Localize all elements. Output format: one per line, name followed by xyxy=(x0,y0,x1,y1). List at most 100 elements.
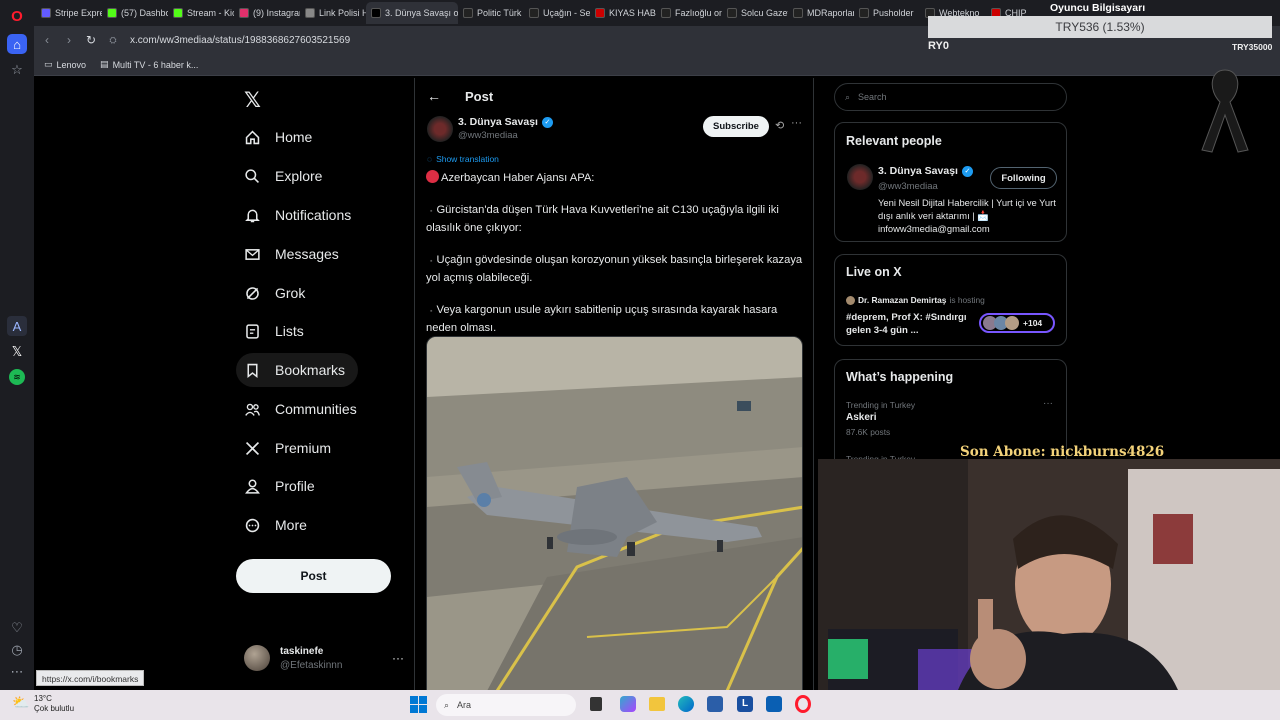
opera-taskbar-icon[interactable] xyxy=(795,695,811,713)
spotify-icon[interactable]: ≋ xyxy=(9,369,25,385)
browser-tab[interactable]: Fazlıoğlu on xyxy=(656,2,722,24)
weather-icon[interactable]: ⛅ xyxy=(12,694,29,711)
tab-favicon-icon xyxy=(859,8,869,18)
sidebar-item-communities[interactable]: Communities xyxy=(236,392,365,426)
bullet-icon: ▪ xyxy=(430,307,433,315)
browser-tab[interactable]: 3. Dünya Savaşı on X xyxy=(366,2,458,24)
page-icon: ▤ xyxy=(100,59,109,69)
person-handle[interactable]: @ww3mediaa xyxy=(878,181,938,192)
home-icon[interactable]: ⌂ xyxy=(7,34,27,54)
more-dots-icon[interactable]: ··· xyxy=(791,117,802,129)
sidebar-item-messages[interactable]: Messages xyxy=(236,237,347,271)
account-switcher[interactable]: taskinefe @Efetaskinnn ··· xyxy=(244,640,404,676)
more-dots-icon[interactable]: ⋯ xyxy=(7,662,27,682)
tab-favicon-icon xyxy=(107,8,117,18)
post-button[interactable]: Post xyxy=(236,559,391,593)
author-name[interactable]: 3. Dünya Savaşı xyxy=(458,116,538,128)
sidebar-item-grok[interactable]: Grok xyxy=(236,276,313,310)
url-field[interactable]: x.com/ww3mediaa/status/19883686276035215… xyxy=(130,35,350,46)
grok-icon[interactable]: ⟲ xyxy=(775,119,784,132)
search-input[interactable]: ⌕ Search xyxy=(834,83,1067,111)
site-info-icon[interactable]: ⛭ xyxy=(102,35,124,46)
tab-label: KIYAS HABER xyxy=(609,8,656,18)
file-explorer-icon[interactable] xyxy=(649,697,665,711)
sidebar-item-label: Grok xyxy=(275,285,306,301)
sidebar-item-premium[interactable]: Premium xyxy=(236,431,339,465)
sidebar-item-explore[interactable]: Explore xyxy=(236,159,330,193)
ticker-right: TRY35000 xyxy=(1232,42,1273,52)
c130-aircraft-image xyxy=(427,337,802,690)
trend-name[interactable]: Askeri xyxy=(846,412,877,423)
sidebar-item-lists[interactable]: Lists xyxy=(236,314,312,348)
live-host[interactable]: Dr. Ramazan Demirtaş is hosting xyxy=(846,295,985,305)
sidebar-item-bookmarks[interactable]: Bookmarks xyxy=(236,353,358,387)
browser-tab[interactable]: Stripe Expres xyxy=(36,2,102,24)
avatar[interactable] xyxy=(847,164,873,190)
x-app-icon[interactable]: 𝕏 xyxy=(7,342,27,362)
tab-label: (9) Instagram xyxy=(253,8,300,18)
task-view-icon[interactable] xyxy=(590,697,602,711)
post-image[interactable] xyxy=(426,336,803,690)
more-dots-icon[interactable]: ··· xyxy=(1043,398,1053,409)
mail-app-icon[interactable] xyxy=(766,696,782,712)
forward-icon[interactable]: › xyxy=(58,33,80,47)
bookmark-icon xyxy=(247,363,258,378)
tab-favicon-icon xyxy=(727,8,737,18)
subscribe-button[interactable]: Subscribe xyxy=(703,116,769,137)
tab-favicon-icon xyxy=(173,8,183,18)
store-icon[interactable] xyxy=(707,696,723,712)
aria-icon[interactable]: A xyxy=(7,316,27,336)
tab-favicon-icon xyxy=(793,8,803,18)
back-icon[interactable]: ‹ xyxy=(36,33,58,47)
people-icon xyxy=(245,403,260,416)
browser-tab[interactable]: Stream - Kic xyxy=(168,2,234,24)
browser-tab[interactable]: Uçağın - Sea xyxy=(524,2,590,24)
edge-icon[interactable] xyxy=(678,696,694,712)
sidebar-item-profile[interactable]: Profile xyxy=(236,469,323,503)
bookmark-lenovo[interactable]: ▭ Lenovo xyxy=(44,59,86,70)
weather-widget[interactable]: 13°C Çok bulutlu xyxy=(34,694,74,714)
relevant-people-card: Relevant people 3. Dünya Savaşı ✓ @ww3me… xyxy=(834,122,1067,242)
browser-tab[interactable]: Politic Türk xyxy=(458,2,524,24)
opera-logo-icon[interactable]: O xyxy=(7,6,27,26)
browser-tab[interactable]: Link Polisi H xyxy=(300,2,366,24)
live-title[interactable]: #deprem, Prof X: #Sındırgı gelen 3-4 gün… xyxy=(846,311,974,337)
sidebar-item-notifications[interactable]: Notifications xyxy=(236,198,359,232)
bookmark-multitv[interactable]: ▤ Multi TV - 6 haber k... xyxy=(100,59,198,70)
browser-tab[interactable]: KIYAS HABER xyxy=(590,2,656,24)
copilot-icon[interactable] xyxy=(620,696,636,712)
reload-icon[interactable]: ↻ xyxy=(80,33,102,47)
home-icon xyxy=(245,129,260,144)
list-icon xyxy=(246,323,259,339)
person-name[interactable]: 3. Dünya Savaşı xyxy=(878,165,958,177)
following-button[interactable]: Following xyxy=(990,167,1057,189)
live-listeners[interactable]: +104 xyxy=(979,313,1055,333)
browser-tab[interactable]: Solcu Gazete xyxy=(722,2,788,24)
browser-sidebar: O ⌂ ☆ A 𝕏 ≋ ♡ ◷ ⋯ xyxy=(0,0,34,690)
history-icon[interactable]: ◷ xyxy=(7,640,27,660)
heart-icon[interactable]: ♡ xyxy=(7,618,27,638)
back-arrow-icon[interactable]: ← xyxy=(427,88,441,104)
author-avatar[interactable] xyxy=(427,116,453,142)
sidebar-item-home[interactable]: Home xyxy=(236,120,320,154)
tab-label: MDRaporlar xyxy=(807,8,854,18)
browser-tab[interactable]: Pusholder xyxy=(854,2,920,24)
taskbar-search[interactable]: ⌕ Ara xyxy=(436,694,576,716)
windows-start-icon[interactable] xyxy=(410,696,427,713)
tab-favicon-icon xyxy=(41,8,51,18)
browser-tab[interactable]: (9) Instagram xyxy=(234,2,300,24)
lenovo-app-icon[interactable]: L xyxy=(737,696,753,712)
sidebar-item-label: Bookmarks xyxy=(275,362,346,378)
x-logo-icon[interactable]: 𝕏 xyxy=(244,88,261,113)
streamer-webcam xyxy=(818,459,1280,690)
tab-label: Politic Türk xyxy=(477,8,522,18)
sidebar-item-more[interactable]: More xyxy=(236,508,315,542)
show-translation-link[interactable]: ◌ Show translation xyxy=(427,154,499,164)
folder-icon: ▭ xyxy=(44,59,53,69)
more-dots-icon[interactable]: ··· xyxy=(392,651,404,665)
browser-tab[interactable]: (57) Dashbo xyxy=(102,2,168,24)
star-icon[interactable]: ☆ xyxy=(7,60,27,80)
author-handle[interactable]: @ww3mediaa xyxy=(458,130,518,141)
avatar xyxy=(244,645,270,671)
browser-tab[interactable]: MDRaporlar xyxy=(788,2,854,24)
